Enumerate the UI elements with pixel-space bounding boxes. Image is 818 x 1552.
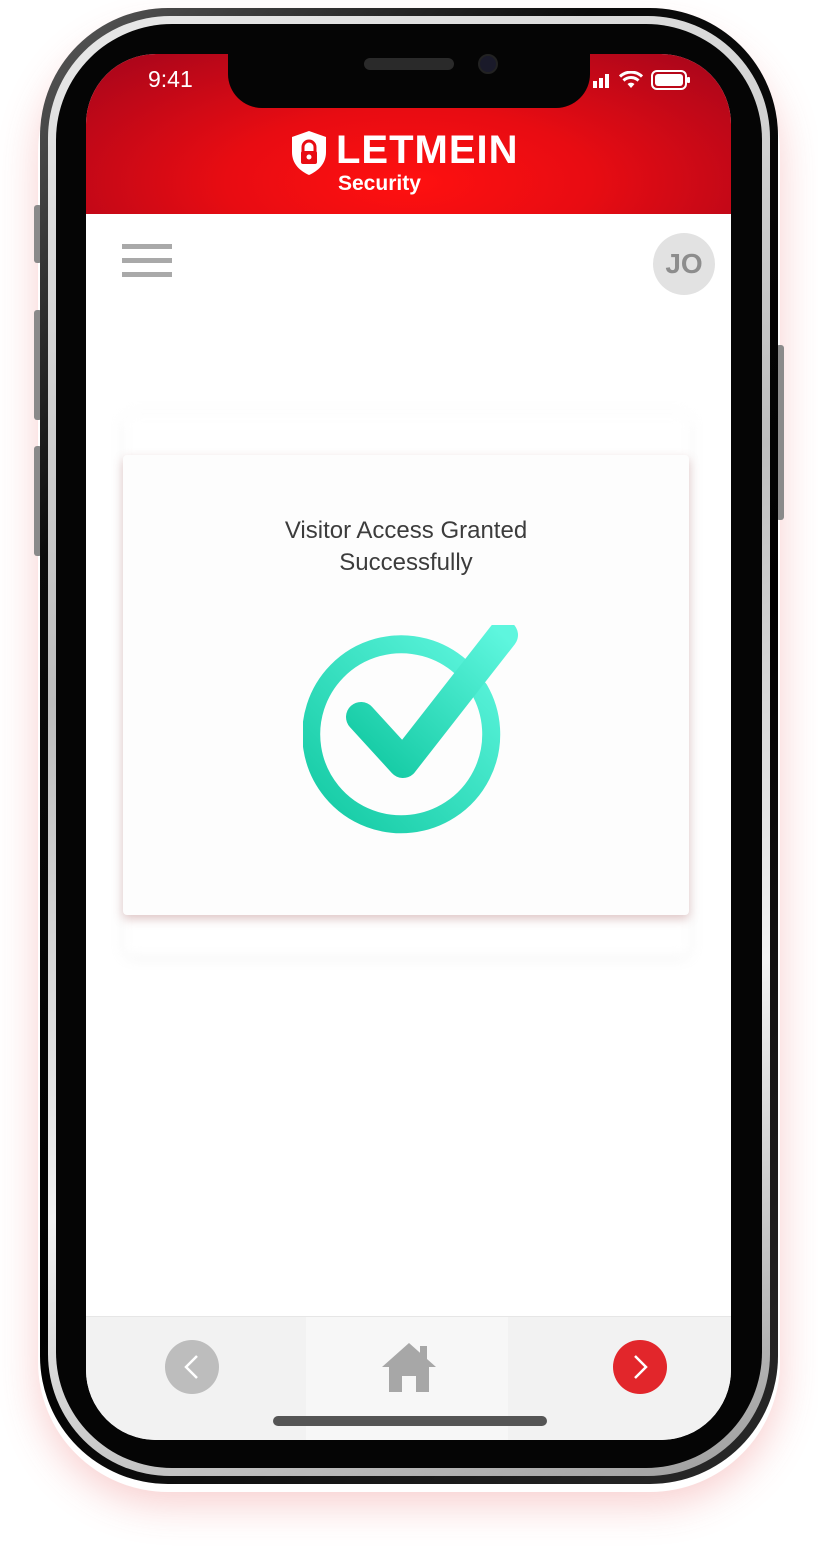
speaker-grille xyxy=(364,58,454,70)
front-camera xyxy=(478,54,498,74)
check-circle-icon xyxy=(303,625,518,834)
home-icon xyxy=(382,1343,436,1392)
success-message: Visitor Access Granted Successfully xyxy=(284,517,528,576)
app-screen: 9:41 LETMEIN Security JO Visitor Access … xyxy=(86,54,731,1440)
status-time: 9:41 xyxy=(148,66,193,92)
signal-icon xyxy=(593,74,609,88)
next-button[interactable] xyxy=(613,1340,667,1394)
success-dialog: Visitor Access Granted Successfully xyxy=(123,455,689,915)
battery-icon xyxy=(651,70,690,90)
avatar[interactable]: JO xyxy=(653,233,715,295)
back-button[interactable] xyxy=(165,1340,219,1394)
wifi-icon xyxy=(619,71,643,88)
home-indicator[interactable] xyxy=(273,1416,547,1426)
home-button[interactable] xyxy=(380,1338,438,1396)
chevron-left-icon xyxy=(184,1355,198,1379)
status-icons xyxy=(593,70,691,90)
hamburger-menu-icon[interactable] xyxy=(122,244,172,280)
logo-subtitle: Security xyxy=(338,172,421,195)
logo-wordmark: LETMEIN xyxy=(336,128,519,172)
chevron-right-icon xyxy=(634,1355,648,1379)
shield-lock-icon xyxy=(292,131,326,175)
letmein-logo: LETMEIN Security xyxy=(290,128,519,195)
app-header: 9:41 LETMEIN Security xyxy=(86,54,731,214)
notch xyxy=(228,54,590,108)
